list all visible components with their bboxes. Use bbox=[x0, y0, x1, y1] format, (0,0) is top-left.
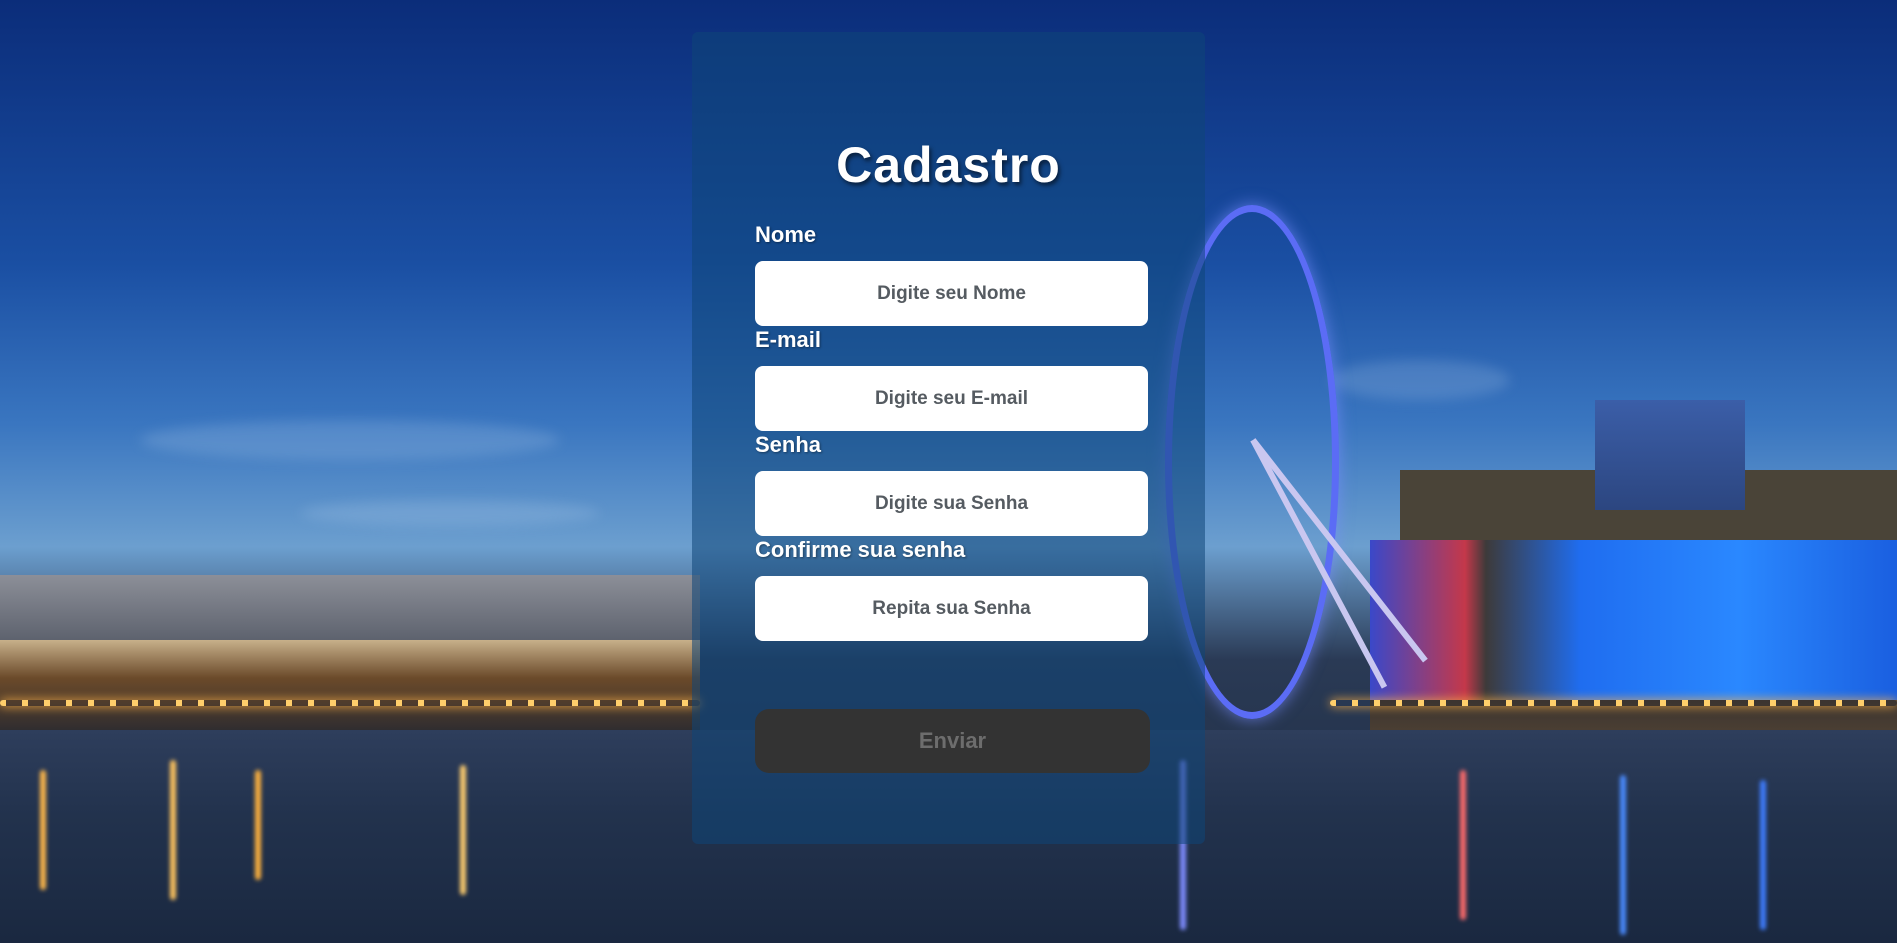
password-label: Senha bbox=[755, 432, 822, 457]
registration-panel: Cadastro Nome E-mail Senha Confirme sua … bbox=[692, 32, 1205, 844]
left-embankment bbox=[0, 640, 700, 735]
light-reflection bbox=[40, 770, 46, 890]
submit-button[interactable]: Enviar bbox=[755, 709, 1150, 773]
light-reflection bbox=[170, 760, 176, 900]
county-hall bbox=[1370, 540, 1897, 710]
light-reflection bbox=[1620, 775, 1626, 935]
page: Cadastro Nome E-mail Senha Confirme sua … bbox=[0, 0, 1897, 943]
email-label: E-mail bbox=[755, 327, 822, 352]
light-reflection bbox=[1760, 780, 1766, 930]
light-reflection bbox=[255, 770, 261, 880]
light-reflection bbox=[1460, 770, 1466, 920]
form-title: Cadastro bbox=[836, 137, 1061, 193]
tower-building bbox=[1595, 400, 1745, 510]
cloud bbox=[300, 500, 600, 526]
name-input[interactable] bbox=[755, 261, 1148, 326]
light-reflection bbox=[460, 765, 466, 895]
street-lights bbox=[0, 700, 700, 706]
cloud bbox=[140, 420, 560, 460]
email-input[interactable] bbox=[755, 366, 1148, 431]
password-input[interactable] bbox=[755, 471, 1148, 536]
riverside-buildings bbox=[0, 575, 700, 645]
confirm-password-label: Confirme sua senha bbox=[755, 537, 966, 562]
cloud bbox=[1330, 360, 1510, 400]
name-label: Nome bbox=[755, 222, 817, 247]
confirm-password-input[interactable] bbox=[755, 576, 1148, 641]
street-lights bbox=[1330, 700, 1897, 706]
